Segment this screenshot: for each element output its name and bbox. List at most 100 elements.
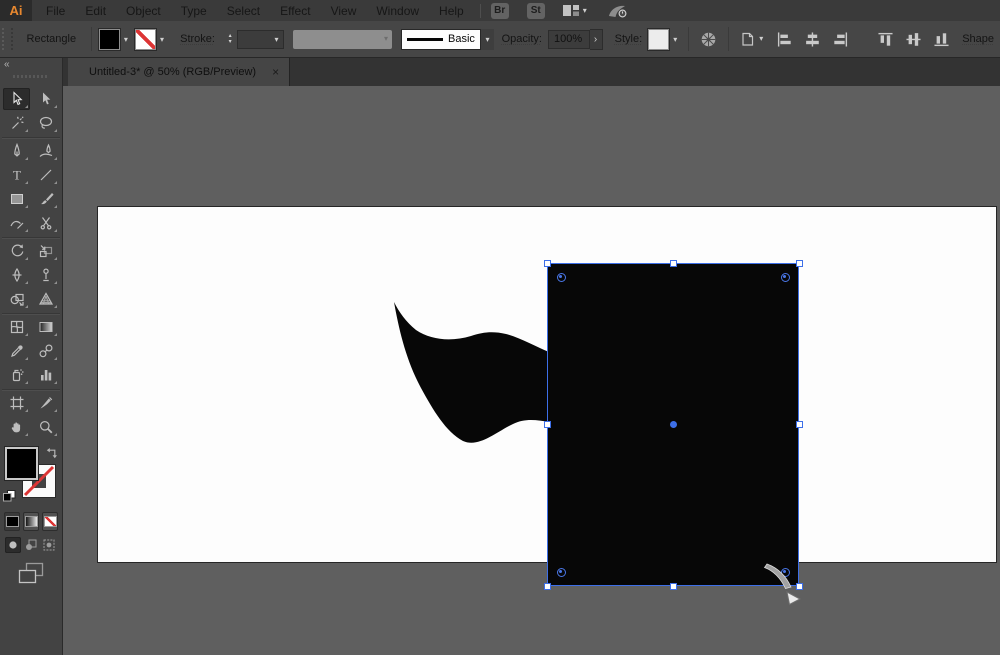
handle-top-center[interactable]: [669, 259, 677, 267]
menu-object[interactable]: Object: [116, 4, 171, 18]
close-tab-icon[interactable]: ×: [272, 66, 279, 78]
document-tab[interactable]: Untitled-3* @ 50% (RGB/Preview) ×: [68, 58, 291, 86]
menu-effect[interactable]: Effect: [270, 4, 320, 18]
type-tool-icon[interactable]: T: [3, 164, 30, 186]
magic-wand-tool-icon[interactable]: [3, 112, 30, 134]
column-graph-tool-icon[interactable]: [32, 364, 59, 386]
stock-button[interactable]: St: [526, 2, 545, 19]
canvas-area[interactable]: [63, 86, 1000, 655]
scissors-tool-icon[interactable]: [32, 212, 59, 234]
rotate-tool-icon[interactable]: [3, 240, 30, 262]
fill-stroke-widget: [3, 447, 59, 505]
gradient-tool-icon[interactable]: [32, 316, 59, 338]
stroke-weight-stepper[interactable]: ▴ ▾: [225, 33, 235, 45]
corner-widget[interactable]: [556, 567, 566, 577]
menu-edit[interactable]: Edit: [75, 4, 116, 18]
puppet-warp-tool-icon[interactable]: [32, 264, 59, 286]
handle-bottom-right[interactable]: [795, 582, 803, 590]
slice-tool-icon[interactable]: [32, 392, 59, 414]
blend-tool-icon[interactable]: [32, 340, 59, 362]
handle-bottom-left[interactable]: [543, 582, 551, 590]
shape-builder-tool-icon[interactable]: [3, 288, 30, 310]
width-tool-icon[interactable]: [3, 264, 30, 286]
mesh-tool-icon[interactable]: [3, 316, 30, 338]
align-horizontal-center-icon[interactable]: [804, 31, 821, 47]
style-link[interactable]: Style:: [615, 33, 643, 45]
style-preview-chevron-icon[interactable]: ▾: [481, 28, 494, 50]
menu-file[interactable]: File: [36, 4, 75, 18]
corner-widget[interactable]: [780, 567, 790, 577]
menu-view[interactable]: View: [321, 4, 367, 18]
handle-top-left[interactable]: [543, 259, 551, 267]
rectangle-tool-icon[interactable]: [3, 188, 30, 210]
align-left-icon[interactable]: [776, 31, 793, 47]
handle-bottom-center[interactable]: [669, 582, 677, 590]
shape-panel-link[interactable]: Shape: [962, 33, 994, 45]
stroke-chevron-icon[interactable]: ▾: [156, 35, 168, 44]
none-button[interactable]: [42, 512, 58, 531]
draw-inside-button[interactable]: [41, 537, 57, 553]
step-down-icon[interactable]: ▾: [225, 39, 235, 45]
selection-type-label: Rectangle: [26, 33, 77, 45]
draw-normal-button[interactable]: [5, 537, 21, 553]
style-preview-box[interactable]: Basic: [401, 28, 482, 50]
stroke-color-swatch[interactable]: [134, 28, 156, 50]
workspace-switcher-icon[interactable]: ▾: [562, 4, 587, 17]
hand-tool-icon[interactable]: [3, 416, 30, 438]
menu-type[interactable]: Type: [171, 4, 217, 18]
handle-middle-left[interactable]: [543, 421, 551, 428]
stroke-weight-dropdown[interactable]: ▾: [237, 29, 285, 49]
direct-selection-tool-icon[interactable]: [32, 88, 59, 110]
bridge-button[interactable]: Br: [490, 2, 509, 19]
line-segment-tool-icon[interactable]: [32, 164, 59, 186]
eyedropper-tool-icon[interactable]: [3, 340, 30, 362]
corner-widget[interactable]: [780, 272, 790, 282]
zoom-tool-icon[interactable]: [32, 416, 59, 438]
artboard-tool-icon[interactable]: [3, 392, 30, 414]
opacity-expand-button[interactable]: ›: [589, 28, 603, 50]
swap-fill-stroke-icon[interactable]: [45, 447, 58, 460]
symbol-sprayer-tool-icon[interactable]: [3, 364, 30, 386]
stroke-panel-link[interactable]: Stroke:: [180, 33, 215, 45]
corner-widget[interactable]: [556, 272, 566, 282]
menu-select[interactable]: Select: [217, 4, 270, 18]
app-logo: Ai: [0, 0, 32, 21]
opacity-link[interactable]: Opacity:: [502, 33, 542, 45]
curvature-tool-icon[interactable]: [32, 140, 59, 162]
shaper-tool-icon[interactable]: [3, 212, 30, 234]
menu-window[interactable]: Window: [366, 4, 429, 18]
change-screen-mode-icon[interactable]: [17, 562, 45, 584]
draw-behind-button[interactable]: [23, 537, 39, 553]
perspective-grid-tool-icon[interactable]: [32, 288, 59, 310]
align-bottom-icon[interactable]: [933, 32, 950, 47]
fill-color-swatch[interactable]: [98, 28, 120, 50]
align-right-icon[interactable]: [832, 31, 849, 47]
gpu-performance-icon[interactable]: [607, 3, 628, 19]
handle-middle-right[interactable]: [795, 421, 803, 428]
selection-tool-icon[interactable]: [3, 88, 30, 110]
center-point[interactable]: [669, 421, 677, 428]
opacity-input[interactable]: 100%: [547, 29, 590, 49]
graphic-style-swatch[interactable]: [648, 28, 670, 50]
color-button[interactable]: [4, 512, 20, 531]
scale-tool-icon[interactable]: [32, 240, 59, 262]
pen-tool-icon[interactable]: [3, 140, 30, 162]
panel-grip[interactable]: [2, 28, 13, 50]
fill-chevron-icon[interactable]: ▾: [120, 35, 132, 44]
panel-drag-grip[interactable]: [13, 75, 49, 78]
fill-swatch-active[interactable]: [5, 447, 38, 480]
handle-top-right[interactable]: [795, 259, 803, 267]
graphic-style-chevron-icon[interactable]: ▾: [669, 35, 681, 44]
paintbrush-tool-icon[interactable]: [32, 188, 59, 210]
collapse-panel-icon[interactable]: «: [4, 59, 9, 70]
document-setup-icon[interactable]: ▾: [739, 31, 763, 48]
default-fill-stroke-icon[interactable]: [3, 490, 16, 502]
recolor-artwork-icon[interactable]: [700, 31, 717, 48]
tools-panel: « T: [0, 58, 63, 655]
align-vertical-center-icon[interactable]: [905, 32, 922, 47]
gradient-button[interactable]: [23, 512, 39, 531]
menu-help[interactable]: Help: [429, 4, 474, 18]
align-top-icon[interactable]: [877, 32, 894, 47]
lasso-tool-icon[interactable]: [32, 112, 59, 134]
divider: [728, 27, 730, 51]
